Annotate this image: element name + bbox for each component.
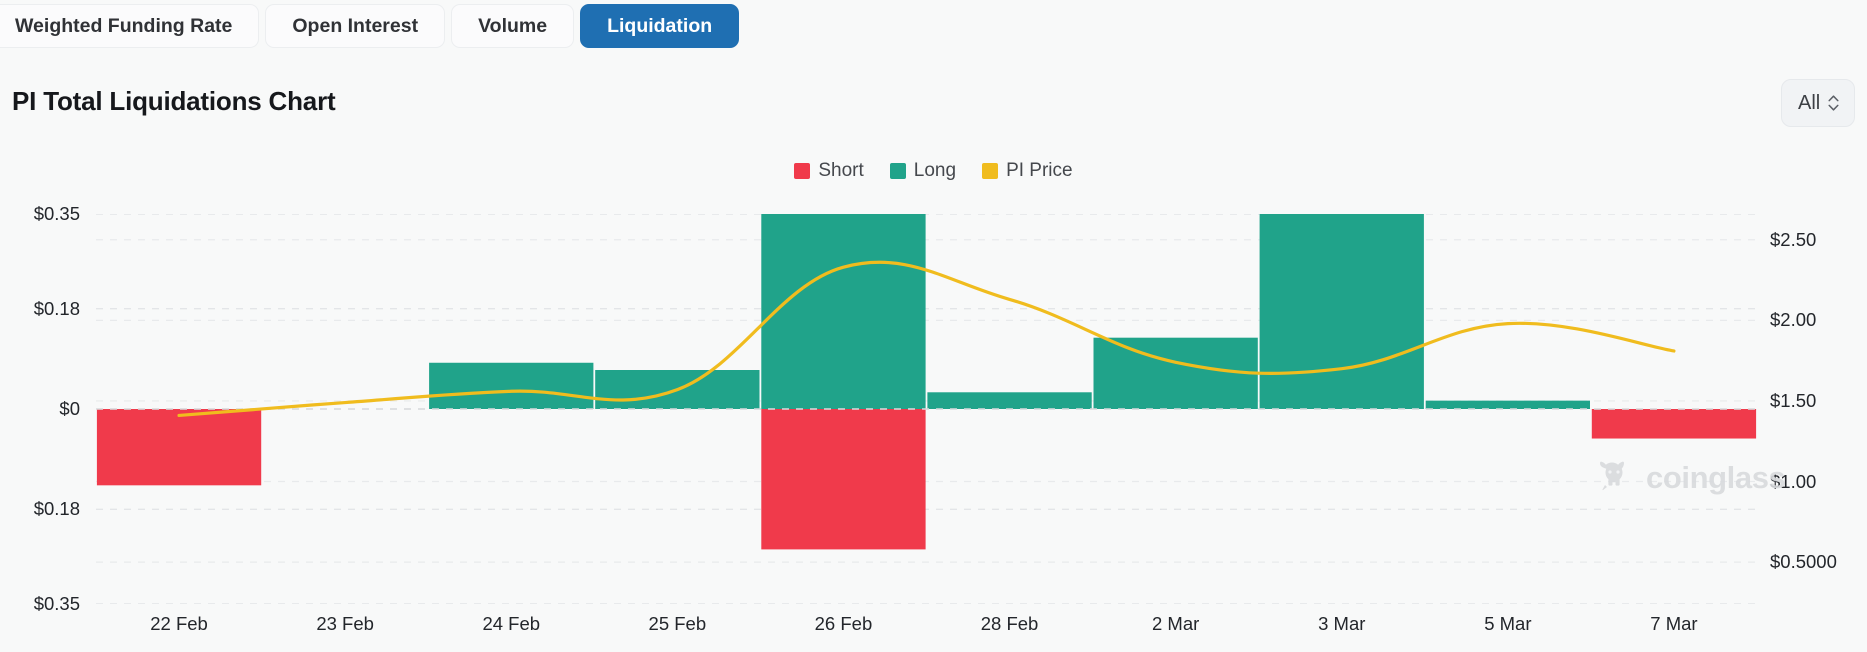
x-axis-tick: 25 Feb bbox=[649, 613, 707, 635]
legend-label-pi-price: PI Price bbox=[1006, 160, 1073, 182]
chart-legend: Short Long PI Price bbox=[0, 160, 1867, 182]
bar-short bbox=[97, 409, 261, 485]
x-axis-labels: 22 Feb 23 Feb 24 Feb 25 Feb 26 Feb 28 Feb 2 Ma… bbox=[0, 613, 1867, 643]
y-axis-right: $2.50 $2.00 $1.50 $1.00 $0.5000 bbox=[1770, 0, 1867, 652]
tab-volume[interactable]: Volume bbox=[451, 4, 574, 48]
legend-item-pi-price[interactable]: PI Price bbox=[982, 160, 1073, 182]
legend-swatch-pi-price bbox=[982, 163, 998, 179]
price-line bbox=[179, 262, 1674, 415]
x-axis-tick: 23 Feb bbox=[316, 613, 374, 635]
tab-label: Volume bbox=[478, 15, 547, 38]
y-axis-left-tick: $0.35 bbox=[34, 593, 80, 615]
x-axis-tick: 3 Mar bbox=[1318, 613, 1365, 635]
y-axis-right-tick: $2.50 bbox=[1770, 229, 1816, 251]
legend-label-short: Short bbox=[818, 160, 863, 182]
y-axis-right-tick: $2.00 bbox=[1770, 309, 1816, 331]
bar-long bbox=[1426, 401, 1590, 409]
bar-long bbox=[429, 363, 593, 409]
tab-liquidation[interactable]: Liquidation bbox=[580, 4, 739, 48]
x-axis-tick: 5 Mar bbox=[1484, 613, 1531, 635]
bar-short bbox=[761, 409, 925, 549]
bar-long bbox=[1260, 214, 1424, 409]
legend-item-long[interactable]: Long bbox=[890, 160, 956, 182]
tab-label: Open Interest bbox=[292, 15, 418, 38]
x-axis-tick: 22 Feb bbox=[150, 613, 208, 635]
legend-swatch-short bbox=[794, 163, 810, 179]
chart-plot-area[interactable] bbox=[96, 214, 1757, 604]
y-axis-right-tick: $1.50 bbox=[1770, 390, 1816, 412]
x-axis-tick: 7 Mar bbox=[1650, 613, 1697, 635]
chart-type-tabs: Weighted Funding Rate Open Interest Volu… bbox=[0, 4, 745, 48]
y-axis-right-tick: $1.00 bbox=[1770, 471, 1816, 493]
x-axis-tick: 28 Feb bbox=[981, 613, 1039, 635]
y-axis-left: $0.35 $0.18 $0 $0.18 $0.35 bbox=[0, 0, 80, 652]
y-axis-left-tick: $0 bbox=[59, 398, 80, 420]
bar-long bbox=[1094, 338, 1258, 409]
y-axis-left-tick: $0.35 bbox=[34, 203, 80, 225]
bar-long bbox=[761, 214, 925, 409]
bar-short bbox=[1592, 409, 1756, 439]
legend-label-long: Long bbox=[914, 160, 956, 182]
y-axis-left-tick: $0.18 bbox=[34, 298, 80, 320]
y-axis-left-tick: $0.18 bbox=[34, 498, 80, 520]
bar-long bbox=[927, 392, 1091, 409]
x-axis-tick: 2 Mar bbox=[1152, 613, 1199, 635]
chart-svg bbox=[96, 214, 1757, 604]
liquidation-chart-page: Weighted Funding Rate Open Interest Volu… bbox=[0, 0, 1867, 652]
tab-label: Liquidation bbox=[607, 15, 712, 38]
x-axis-tick: 26 Feb bbox=[815, 613, 873, 635]
legend-item-short[interactable]: Short bbox=[794, 160, 863, 182]
legend-swatch-long bbox=[890, 163, 906, 179]
x-axis-tick: 24 Feb bbox=[482, 613, 540, 635]
y-axis-right-tick: $0.5000 bbox=[1770, 551, 1837, 573]
tab-open-interest[interactable]: Open Interest bbox=[265, 4, 445, 48]
